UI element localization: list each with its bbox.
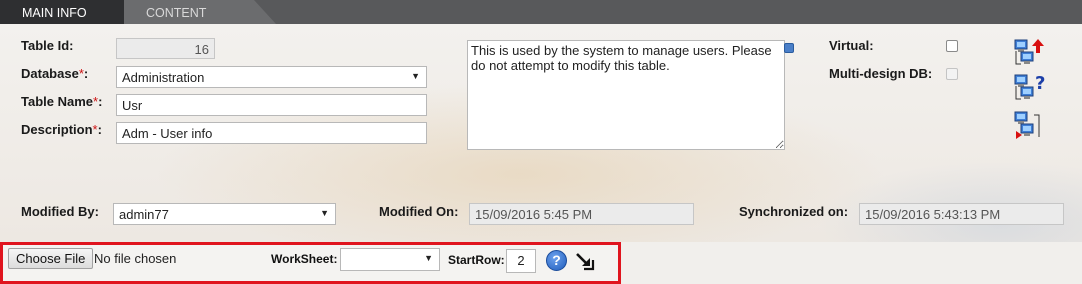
database-select-value: Administration [122, 70, 205, 85]
label-colon: : [98, 94, 103, 109]
worksheet-select[interactable]: ▼ [340, 248, 440, 271]
label-colon: : [97, 122, 102, 137]
virtual-checkbox[interactable] [946, 40, 958, 52]
description-label-text: Description [21, 122, 93, 137]
table-name-input[interactable]: Usr [116, 94, 427, 116]
worksheet-label: WorkSheet: [271, 252, 338, 266]
table-name-label-text: Table Name [21, 94, 94, 109]
modified-on-field: 15/09/2016 5:45 PM [469, 203, 694, 225]
bottom-right-strip [621, 242, 1082, 284]
table-id-field: 16 [116, 38, 215, 59]
no-file-text: No file chosen [94, 251, 177, 266]
import-bar: Choose File No file chosen WorkSheet: ▼ … [0, 242, 621, 284]
main-info-panel: Table Id: 16 Database*: Administration ▼… [0, 24, 1082, 242]
multi-design-label: Multi-design DB: [829, 66, 933, 81]
database-label: Database*: [21, 66, 88, 81]
table-id-label: Table Id: [21, 38, 74, 53]
external-link-icon[interactable] [784, 43, 794, 53]
table-name-label: Table Name*: [21, 94, 102, 109]
synchronized-on-field: 15/09/2016 5:43:13 PM [859, 203, 1064, 225]
help-icon[interactable]: ? [546, 250, 567, 271]
description-input[interactable]: Adm - User info [116, 122, 427, 144]
multi-design-checkbox [946, 68, 958, 80]
modified-by-select-value: admin77 [119, 207, 169, 222]
modified-by-label: Modified By: [21, 204, 99, 219]
import-arrow-icon[interactable] [574, 250, 596, 272]
network-upload-icon[interactable] [1012, 37, 1046, 69]
start-row-label: StartRow: [448, 253, 505, 267]
network-download-icon[interactable] [1012, 109, 1046, 141]
start-row-input[interactable]: 2 [506, 249, 536, 273]
svg-text:?: ? [1035, 73, 1045, 94]
tab-bar: MAIN INFO CONTENT [0, 0, 1082, 24]
chevron-down-icon: ▼ [411, 71, 420, 81]
label-colon: : [83, 66, 89, 81]
chevron-down-icon: ▼ [424, 253, 433, 263]
choose-file-button[interactable]: Choose File [8, 248, 94, 269]
modified-on-label: Modified On: [379, 204, 459, 219]
chevron-down-icon: ▼ [320, 208, 329, 218]
tab-content[interactable]: CONTENT [124, 0, 276, 24]
notes-textarea[interactable]: This is used by the system to manage use… [467, 40, 785, 150]
virtual-label: Virtual: [829, 38, 874, 53]
modified-by-select[interactable]: admin77 ▼ [113, 203, 336, 225]
database-select[interactable]: Administration ▼ [116, 66, 427, 88]
tab-main-info[interactable]: MAIN INFO [0, 0, 146, 24]
synchronized-on-label: Synchronized on: [739, 204, 849, 219]
database-label-text: Database [21, 66, 79, 81]
description-label: Description*: [21, 122, 102, 137]
network-help-icon[interactable]: ? [1012, 72, 1046, 104]
